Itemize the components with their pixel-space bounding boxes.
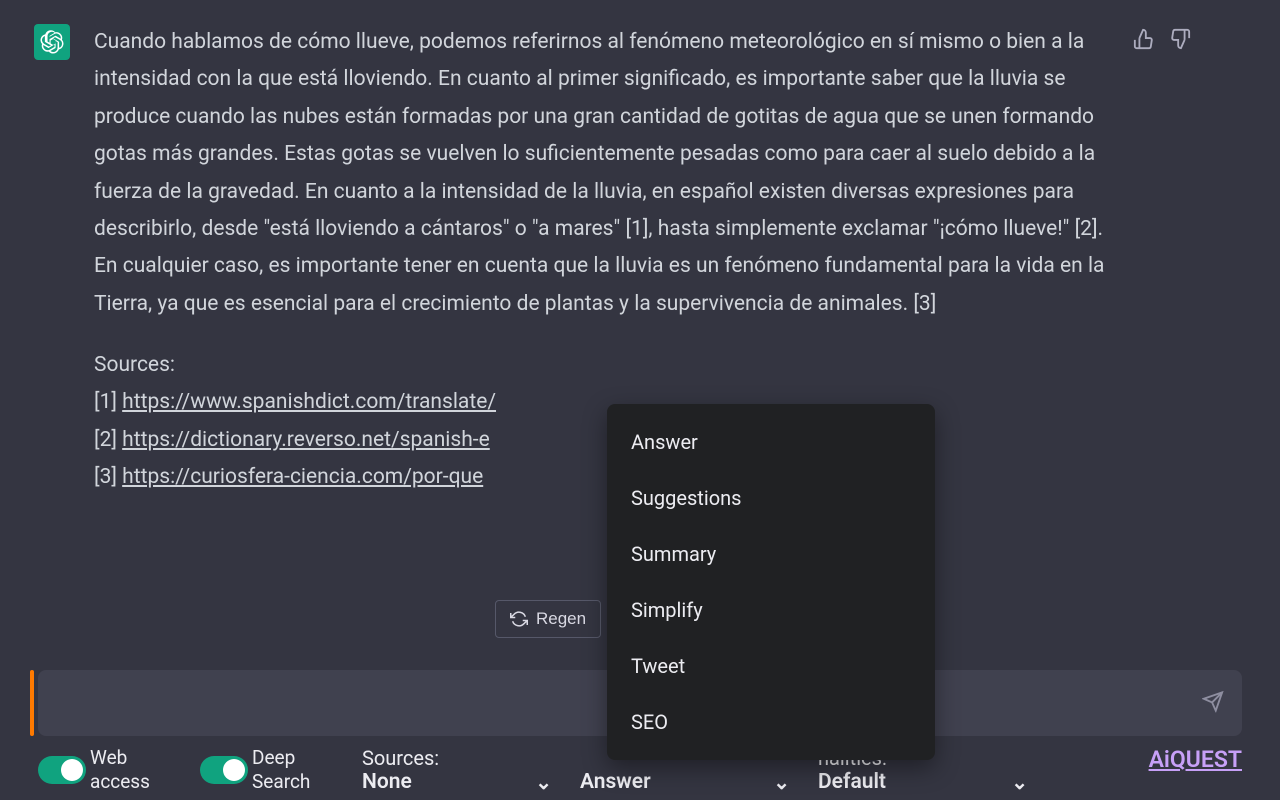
chevron-down-icon: ⌄ [773,770,790,794]
mode-dropdown-value[interactable]: Answer ⌄ [580,770,790,794]
feedback-buttons [1133,24,1191,521]
aiquest-link[interactable]: AiQUEST [1149,746,1242,773]
assistant-avatar [34,24,70,60]
openai-logo-icon [40,30,64,54]
popup-item-summary[interactable]: Summary [607,526,935,582]
deep-search-toggle[interactable] [200,756,248,784]
action-popup-menu: Answer Suggestions Summary Simplify Twee… [607,404,935,760]
sources-dropdown: Sources: None ⌄ [362,746,552,794]
deep-search-toggle-group: Deep Search [200,746,334,794]
regenerate-button[interactable]: Regen [495,600,601,638]
popup-item-answer[interactable]: Answer [607,414,935,470]
send-button[interactable] [1202,691,1224,716]
source-2-link[interactable]: https://dictionary.reverso.net/spanish-e [122,428,490,452]
sources-label: Sources: [94,353,175,377]
message-body: Cuando hablamos de cómo llueve, podemos … [94,24,1109,323]
popup-item-simplify[interactable]: Simplify [607,582,935,638]
deep-search-label: Deep Search [252,746,334,794]
thumbs-down-icon [1169,28,1191,50]
thumbs-down-button[interactable] [1169,28,1191,521]
source-3-link[interactable]: https://curiosfera-ciencia.com/por-que [122,465,483,489]
popup-item-seo[interactable]: SEO [607,694,935,750]
chevron-down-icon: ⌄ [535,770,552,794]
popup-item-tweet[interactable]: Tweet [607,638,935,694]
thumbs-up-button[interactable] [1133,28,1155,521]
send-icon [1202,691,1224,713]
thumbs-up-icon [1133,28,1155,50]
assistant-message-content: Cuando hablamos de cómo llueve, podemos … [94,24,1109,521]
regenerate-label: Regen [536,609,586,629]
source-1-link[interactable]: https://www.spanishdict.com/translate/ [122,390,496,414]
refresh-icon [510,610,528,628]
web-access-toggle-group: Web access [38,746,172,794]
web-access-toggle[interactable] [38,756,86,784]
chevron-down-icon: ⌄ [1011,770,1028,794]
personalities-dropdown-value[interactable]: Default ⌄ [818,770,1028,794]
sources-block: Sources: [1] https://www.spanishdict.com… [94,347,1109,497]
popup-item-suggestions[interactable]: Suggestions [607,470,935,526]
web-access-label: Web access [90,746,172,794]
sources-dropdown-label: Sources: [362,746,552,770]
sources-dropdown-value[interactable]: None ⌄ [362,770,552,794]
source-1: [1] https://www.spanishdict.com/translat… [94,390,496,414]
